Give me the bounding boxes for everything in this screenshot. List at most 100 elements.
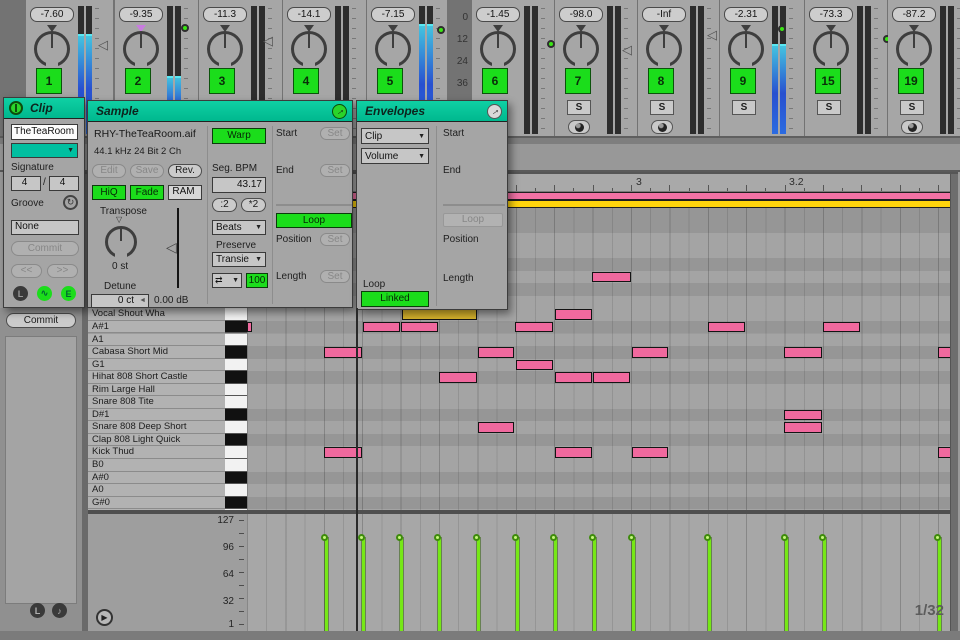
velocity-stem-handle[interactable]: [396, 534, 403, 541]
transient-envelope-field[interactable]: 100: [246, 273, 268, 288]
track-volume-value[interactable]: -98.0: [559, 7, 603, 22]
drum-row-label[interactable]: Cabasa Short Mid: [88, 346, 225, 359]
pan-knob[interactable]: [480, 31, 516, 68]
midi-note[interactable]: [363, 321, 400, 333]
set-start-button[interactable]: Set: [320, 127, 350, 140]
groove-pool-button[interactable]: ↻: [63, 195, 78, 210]
midi-note[interactable]: [708, 321, 745, 333]
track-volume-value[interactable]: -14.1: [287, 7, 331, 22]
warp-toggle[interactable]: Warp: [212, 128, 266, 144]
set-end-button[interactable]: Set: [320, 164, 350, 177]
velocity-lane[interactable]: [247, 514, 950, 631]
transient-loop-mode-chooser[interactable]: ⇄ ▼: [212, 273, 242, 288]
velocity-stem[interactable]: [589, 534, 597, 631]
drum-row-label[interactable]: Kick Thud: [88, 446, 225, 459]
pan-knob[interactable]: [207, 31, 243, 68]
track-volume-value[interactable]: -Inf: [642, 7, 686, 22]
transpose-knob[interactable]: [105, 226, 137, 259]
launch-box-selector[interactable]: L: [13, 286, 28, 301]
velocity-stem[interactable]: [473, 534, 481, 631]
transients-chooser[interactable]: Transie ▼: [212, 252, 266, 267]
pan-knob[interactable]: [563, 31, 599, 68]
midi-note[interactable]: [784, 422, 822, 433]
track-activator-button[interactable]: 5: [377, 68, 403, 94]
signature-denominator-field[interactable]: 4: [49, 176, 79, 191]
midi-note[interactable]: [938, 447, 950, 458]
linked-toggle[interactable]: Linked: [361, 291, 429, 307]
hiq-toggle[interactable]: HiQ: [92, 185, 126, 200]
track-volume-value[interactable]: -9.35: [119, 7, 163, 22]
midi-note[interactable]: [515, 321, 553, 333]
velocity-stem-handle[interactable]: [321, 534, 328, 541]
piano-key[interactable]: [225, 408, 247, 422]
seg-bpm-field[interactable]: 43.17: [212, 177, 266, 193]
drum-row-label[interactable]: Vocal Shout Wha: [88, 308, 225, 321]
fade-toggle[interactable]: Fade: [130, 185, 164, 200]
velocity-stem[interactable]: [358, 534, 366, 631]
pan-knob[interactable]: [291, 31, 327, 68]
pan-knob[interactable]: [896, 31, 932, 68]
solo-button[interactable]: S: [650, 100, 674, 115]
velocity-stem-handle[interactable]: [589, 534, 596, 541]
velocity-stem-handle[interactable]: [358, 534, 365, 541]
track-activator-button[interactable]: 7: [565, 68, 591, 94]
warp-mode-chooser[interactable]: Beats ▼: [212, 220, 266, 235]
preview-play-button[interactable]: ▶: [96, 609, 113, 626]
envelope-control-chooser[interactable]: Volume ▼: [361, 148, 429, 164]
midi-note[interactable]: [247, 321, 252, 333]
envelope-box-selector[interactable]: E: [61, 286, 76, 301]
track-activator-button[interactable]: 19: [898, 68, 924, 94]
drum-row-label[interactable]: Rim Large Hall: [88, 383, 225, 397]
midi-note[interactable]: [401, 321, 438, 333]
track-activator-button[interactable]: 8: [648, 68, 674, 94]
piano-key[interactable]: [225, 358, 247, 372]
pan-knob[interactable]: [34, 31, 70, 68]
envelopes-panel-expand-button[interactable]: →: [487, 104, 502, 119]
drum-row-label[interactable]: A#1: [88, 320, 225, 334]
sample-volume-slider[interactable]: [177, 208, 179, 288]
next-clip-button[interactable]: >>: [47, 264, 78, 278]
piano-key[interactable]: [225, 446, 247, 459]
arm-button[interactable]: [568, 120, 590, 134]
track-activator-button[interactable]: 1: [36, 68, 62, 94]
midi-note[interactable]: [784, 347, 822, 358]
track-activator-button[interactable]: 2: [125, 68, 151, 94]
midi-note[interactable]: [555, 309, 592, 320]
reverse-sample-button[interactable]: Rev.: [168, 164, 202, 178]
velocity-stem-handle[interactable]: [434, 534, 441, 541]
drum-row-label[interactable]: B0: [88, 459, 225, 472]
solo-button[interactable]: S: [817, 100, 841, 115]
piano-key[interactable]: [225, 320, 247, 334]
drum-row-label[interactable]: Hihat 808 Short Castle: [88, 371, 225, 384]
velocity-stem-handle[interactable]: [512, 534, 519, 541]
track-volume-value[interactable]: -1.45: [476, 7, 520, 22]
commit-button[interactable]: Commit: [6, 313, 76, 328]
midi-note[interactable]: [516, 359, 553, 371]
velocity-stem-handle[interactable]: [473, 534, 480, 541]
track-activator-button[interactable]: 4: [293, 68, 319, 94]
midi-note[interactable]: [439, 372, 477, 383]
drum-row-label[interactable]: G#0: [88, 496, 225, 510]
velocity-stem-handle[interactable]: [781, 534, 788, 541]
clip-name-field[interactable]: TheTeaRoom: [11, 124, 78, 140]
piano-key[interactable]: [225, 496, 247, 510]
solo-button[interactable]: S: [732, 100, 756, 115]
pan-knob[interactable]: [813, 31, 849, 68]
piano-key[interactable]: [225, 459, 247, 472]
midi-note[interactable]: [402, 309, 477, 320]
pan-knob[interactable]: [375, 31, 411, 68]
vertical-scrollbar[interactable]: [950, 174, 958, 631]
piano-key[interactable]: [225, 308, 247, 321]
volume-slider-handle[interactable]: ◁: [263, 34, 273, 47]
velocity-stem[interactable]: [628, 534, 636, 631]
midi-note[interactable]: [938, 347, 950, 358]
pan-knob[interactable]: [646, 31, 682, 68]
track-volume-value[interactable]: -7.15: [371, 7, 415, 22]
piano-key[interactable]: [225, 346, 247, 359]
track-volume-value[interactable]: -7.60: [30, 7, 74, 22]
prev-clip-button[interactable]: <<: [11, 264, 42, 278]
track-activator-button[interactable]: 6: [482, 68, 508, 94]
clip-color-chooser[interactable]: ▼: [11, 143, 78, 158]
drum-row-label[interactable]: A0: [88, 484, 225, 497]
midi-note[interactable]: [823, 321, 860, 333]
